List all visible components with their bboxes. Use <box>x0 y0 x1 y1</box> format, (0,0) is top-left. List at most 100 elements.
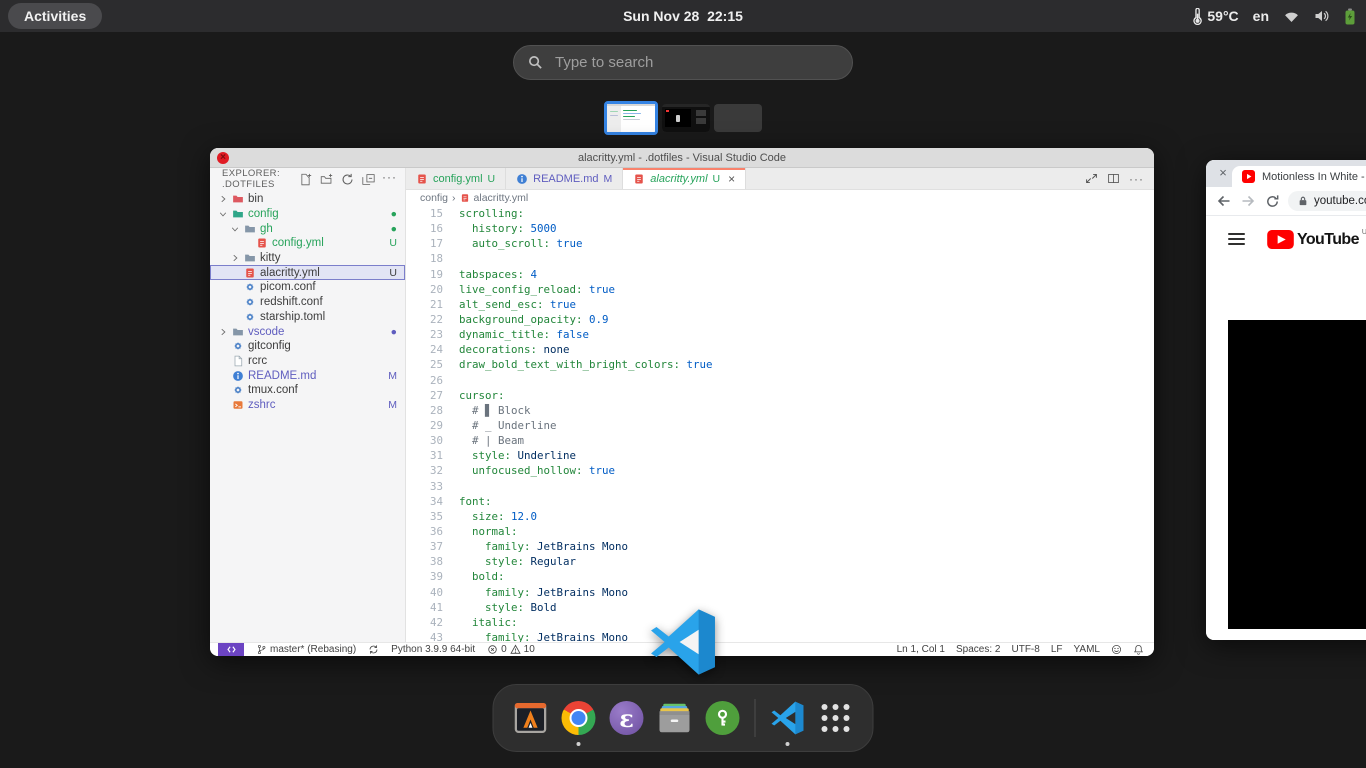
browser-window[interactable]: × Motionless In White - A <box>1206 160 1366 640</box>
editor-tab-alacritty.yml[interactable]: alacritty.ymlU× <box>623 168 746 189</box>
system-tray[interactable]: 59°C en <box>1192 0 1356 32</box>
code-line[interactable]: 38 style: Regular <box>406 554 1154 569</box>
tree-item-redshift.conf[interactable]: redshift.conf <box>210 295 405 310</box>
breadcrumb[interactable]: config › alacritty.yml <box>406 190 1154 206</box>
code-line[interactable]: 24decorations: none <box>406 342 1154 357</box>
new-folder-icon[interactable] <box>319 172 333 186</box>
tree-item-kitty[interactable]: kitty <box>210 251 405 266</box>
code-line[interactable]: 41 style: Bold <box>406 600 1154 615</box>
code-line[interactable]: 16 history: 5000 <box>406 221 1154 236</box>
remote-indicator[interactable] <box>218 643 244 657</box>
tree-item-tmux.conf[interactable]: tmux.conf <box>210 383 405 398</box>
dock-appgrid-icon[interactable] <box>815 688 857 748</box>
video-player[interactable] <box>1228 320 1366 629</box>
dock-chrome-icon[interactable] <box>558 688 600 748</box>
youtube-logo[interactable]: YouTube UA <box>1267 230 1366 249</box>
code-line[interactable]: 26 <box>406 373 1154 388</box>
split-editor-icon[interactable] <box>1107 172 1120 185</box>
address-bar[interactable]: youtube.com/wa <box>1288 191 1366 211</box>
collapse-all-icon[interactable] <box>361 172 375 186</box>
code-line[interactable]: 31 style: Underline <box>406 448 1154 463</box>
cursor-position[interactable]: Ln 1, Col 1 <box>897 644 945 655</box>
code-line[interactable]: 23dynamic_title: false <box>406 327 1154 342</box>
overview-search[interactable] <box>513 45 853 80</box>
menu-icon[interactable] <box>1228 233 1245 245</box>
code-line[interactable]: 32 unfocused_hollow: true <box>406 463 1154 478</box>
code-line[interactable]: 28 # ▋ Block <box>406 403 1154 418</box>
open-changes-icon[interactable] <box>1085 172 1098 185</box>
git-branch-status[interactable]: master* (Rebasing) <box>256 644 356 655</box>
tree-item-README.md[interactable]: README.mdM <box>210 368 405 383</box>
tree-item-alacritty.yml[interactable]: alacritty.ymlU <box>210 265 405 280</box>
tree-item-zshrc[interactable]: zshrcM <box>210 398 405 413</box>
feedback[interactable] <box>1111 644 1122 655</box>
python-version[interactable]: Python 3.9.9 64-bit <box>391 644 475 655</box>
window-close-button[interactable]: × <box>217 152 229 164</box>
new-file-icon[interactable] <box>298 172 312 186</box>
code-line[interactable]: 35 size: 12.0 <box>406 509 1154 524</box>
indentation[interactable]: Spaces: 2 <box>956 644 1000 655</box>
code-line[interactable]: 27cursor: <box>406 388 1154 403</box>
tree-item-gh[interactable]: gh● <box>210 221 405 236</box>
code-line[interactable]: 21alt_send_esc: true <box>406 297 1154 312</box>
eol[interactable]: LF <box>1051 644 1063 655</box>
editor[interactable]: 15scrolling:16 history: 500017 auto_scro… <box>406 206 1154 642</box>
problems[interactable]: 010 <box>487 644 535 655</box>
code-line[interactable]: 17 auto_scroll: true <box>406 236 1154 251</box>
encoding[interactable]: UTF-8 <box>1011 644 1039 655</box>
code-line[interactable]: 18 <box>406 251 1154 266</box>
tab-close-icon[interactable]: × <box>728 172 735 186</box>
tree-item-rcrc[interactable]: rcrc <box>210 354 405 369</box>
code-line[interactable]: 30 # | Beam <box>406 433 1154 448</box>
vscode-window[interactable]: alacritty.yml - .dotfiles - Visual Studi… <box>210 148 1154 656</box>
dock-vscode-icon[interactable] <box>767 688 809 748</box>
browser-tab-youtube[interactable]: Motionless In White - A <box>1232 166 1366 187</box>
code-line[interactable]: 15scrolling: <box>406 206 1154 221</box>
code-line[interactable]: 36 normal: <box>406 524 1154 539</box>
dock-files-icon[interactable] <box>654 688 696 748</box>
tree-item-gitconfig[interactable]: gitconfig <box>210 339 405 354</box>
breadcrumb-file[interactable]: alacritty.yml <box>474 192 529 204</box>
dock-keepass-icon[interactable] <box>702 688 744 748</box>
refresh-icon[interactable] <box>340 172 354 186</box>
clock[interactable]: Sun Nov 28 22:15 <box>0 0 1366 32</box>
tree-item-config.yml[interactable]: config.ymlU <box>210 236 405 251</box>
dock-alacritty-icon[interactable] <box>510 688 552 748</box>
back-icon[interactable] <box>1216 193 1232 209</box>
forward-icon[interactable] <box>1240 193 1256 209</box>
tree-item-config[interactable]: config● <box>210 207 405 222</box>
code-line[interactable]: 42 italic: <box>406 615 1154 630</box>
tree-item-starship.toml[interactable]: starship.toml <box>210 310 405 325</box>
code-line[interactable]: 39 bold: <box>406 569 1154 584</box>
workspace-thumbnail-1[interactable] <box>604 101 658 135</box>
code-line[interactable]: 25draw_bold_text_with_bright_colors: tru… <box>406 357 1154 372</box>
code-line[interactable]: 19tabspaces: 4 <box>406 267 1154 282</box>
search-input[interactable] <box>553 53 838 72</box>
sync-status[interactable] <box>368 644 379 655</box>
code-line[interactable]: 22background_opacity: 0.9 <box>406 312 1154 327</box>
code-line[interactable]: 43 family: JetBrains Mono <box>406 630 1154 642</box>
vscode-app-icon[interactable] <box>649 608 717 676</box>
folder-icon <box>232 326 244 338</box>
workspace-thumbnail-3[interactable] <box>714 104 762 132</box>
breadcrumb-folder[interactable]: config <box>420 192 448 204</box>
code-line[interactable]: 33 <box>406 479 1154 494</box>
tab-close-icon[interactable]: × <box>1216 166 1230 180</box>
tree-item-vscode[interactable]: vscode● <box>210 324 405 339</box>
tree-item-picom.conf[interactable]: picom.conf <box>210 280 405 295</box>
reload-icon[interactable] <box>1264 193 1280 209</box>
code-line[interactable]: 20live_config_reload: true <box>406 282 1154 297</box>
more-actions-icon[interactable]: ··· <box>1129 174 1144 184</box>
language-mode[interactable]: YAML <box>1074 644 1101 655</box>
workspace-thumbnail-2[interactable] <box>662 104 710 132</box>
editor-tab-README.md[interactable]: README.mdM <box>506 168 623 189</box>
dock-emacs-icon[interactable]: ε <box>606 688 648 748</box>
editor-tab-config.yml[interactable]: config.ymlU <box>406 168 506 189</box>
code-line[interactable]: 37 family: JetBrains Mono <box>406 539 1154 554</box>
tree-item-bin[interactable]: bin <box>210 192 405 207</box>
code-line[interactable]: 40 family: JetBrains Mono <box>406 585 1154 600</box>
code-line[interactable]: 34font: <box>406 494 1154 509</box>
notifications[interactable] <box>1133 644 1144 655</box>
more-actions-icon[interactable]: ··· <box>382 172 397 186</box>
code-line[interactable]: 29 # _ Underline <box>406 418 1154 433</box>
